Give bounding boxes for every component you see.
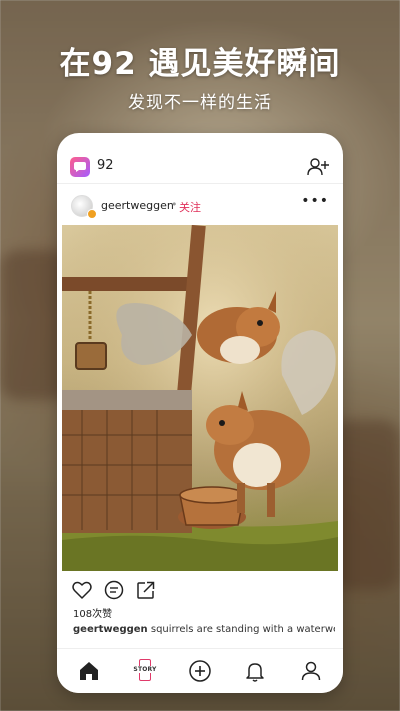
bottom-tab-bar: STORY	[57, 648, 343, 693]
verified-badge-icon	[87, 209, 97, 219]
app-header: 92	[57, 133, 343, 184]
story-label: STORY	[133, 666, 157, 673]
heart-icon[interactable]	[71, 579, 93, 601]
promo-subheadline: 发现不一样的生活	[128, 93, 272, 113]
post-caption: geertweggen squirrels are standing with …	[73, 624, 335, 635]
add-user-icon[interactable]	[307, 157, 329, 177]
post-header: geertweggen • 关注 •••	[57, 193, 343, 223]
post-action-bar	[71, 579, 331, 601]
promo-headline: 在92 遇见美好瞬间	[59, 46, 341, 82]
app-name: 92	[97, 158, 114, 173]
phone-screen: 92 geertweggen • 关注 ••• 108次赞 geertwegge…	[57, 133, 343, 693]
comment-icon[interactable]	[103, 579, 125, 601]
separator-dot: •	[171, 198, 178, 211]
app-logo-icon	[70, 157, 90, 177]
story-icon[interactable]: STORY	[133, 657, 157, 683]
caption-username[interactable]: geertweggen	[73, 624, 148, 635]
home-icon[interactable]	[77, 659, 101, 683]
post-username[interactable]: geertweggen	[101, 199, 174, 212]
caption-text: squirrels are standing with a waterwell.	[147, 624, 335, 635]
follow-button[interactable]: 关注	[179, 199, 201, 215]
share-icon[interactable]	[135, 579, 157, 601]
bell-icon[interactable]	[243, 659, 267, 683]
post-photo[interactable]	[62, 225, 338, 571]
likes-count: 108次赞	[73, 609, 113, 620]
plus-icon[interactable]	[188, 659, 212, 683]
more-icon[interactable]: •••	[301, 193, 329, 209]
profile-icon[interactable]	[299, 659, 323, 683]
